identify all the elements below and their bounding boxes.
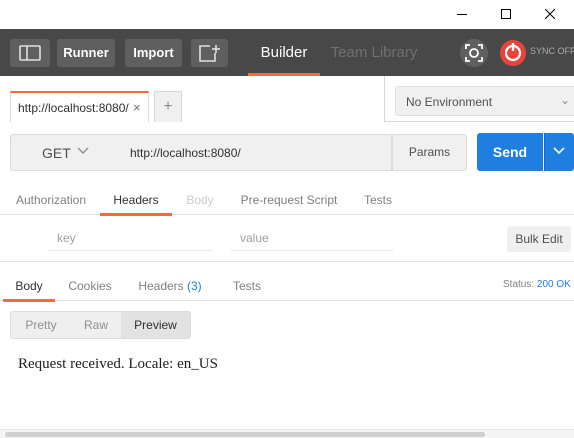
tab-cookies[interactable]: Cookies [66,271,114,301]
tab-authorization[interactable]: Authorization [14,183,88,215]
response-headers-count: (3) [187,279,202,293]
tab-tests[interactable]: Tests [362,183,394,215]
tab-response-headers[interactable]: Headers (3) [134,271,206,301]
url-bar: GET http://localhost:8080/ Params Send [0,123,574,183]
new-window-button[interactable] [191,39,228,67]
header-value-placeholder: value [240,231,269,245]
tab-pre-request-script[interactable]: Pre-request Script [240,183,338,215]
view-mode-toggle: Pretty Raw Preview [10,311,191,339]
tab-team-library[interactable]: Team Library [330,29,418,76]
sidebar-toggle-icon [19,45,41,61]
tab-response-body[interactable]: Body [3,271,55,302]
method-select[interactable]: GET [10,134,119,171]
url-input[interactable]: http://localhost:8080/ [118,134,392,171]
add-tab-button[interactable]: + [154,91,182,122]
horizontal-scrollbar[interactable] [0,429,574,438]
headers-editor-row: key value Bulk Edit [0,216,574,262]
new-window-icon [199,45,220,62]
chevron-down-icon [77,147,89,154]
close-tab-icon[interactable]: × [133,100,141,115]
environment-label: No Environment [406,95,493,109]
request-tab[interactable]: http://localhost:8080/ × [10,91,149,122]
status-label: Status: [503,279,535,290]
status-indicator: Status: 200 OK [503,279,571,290]
minimize-button[interactable] [440,0,484,29]
minimize-icon [457,14,467,15]
response-headers-label: Headers [138,279,184,293]
sidebar-toggle-button[interactable] [10,39,50,67]
tab-response-tests[interactable]: Tests [229,271,265,301]
bulk-edit-button[interactable]: Bulk Edit [507,226,571,252]
send-options-button[interactable] [544,133,574,171]
import-button[interactable]: Import [125,39,182,67]
request-tab-label: http://localhost:8080/ [18,101,129,115]
close-window-button[interactable] [528,0,572,29]
runner-button[interactable]: Runner [57,39,115,67]
sync-button[interactable] [499,39,527,67]
header-key-input[interactable]: key [48,225,213,251]
sync-status-label: SYNC OFF [530,46,574,56]
params-button[interactable]: Params [392,134,467,171]
view-pretty-button[interactable]: Pretty [11,312,71,338]
window-titlebar [0,0,574,29]
request-tab-strip: http://localhost:8080/ × + No Environmen… [0,76,574,123]
interceptor-icon [465,44,483,62]
header-value-input[interactable]: value [231,225,393,251]
sync-icon [500,40,526,66]
header-key-placeholder: key [57,231,76,245]
send-button[interactable]: Send [477,133,543,171]
environment-select[interactable]: No Environment ⌄ [395,86,574,116]
maximize-icon [501,9,511,19]
url-text: http://localhost:8080/ [130,146,241,160]
scrollbar-thumb[interactable] [5,432,485,437]
interceptor-button[interactable] [460,39,488,67]
status-value: 200 OK [536,279,571,290]
view-preview-button[interactable]: Preview [121,312,190,338]
tab-builder[interactable]: Builder [248,29,320,76]
environment-panel: No Environment ⌄ [384,76,574,122]
maximize-button[interactable] [484,0,528,29]
view-raw-button[interactable]: Raw [71,312,121,338]
app-toolbar: Runner Import Builder Team Library SYNC … [0,29,574,76]
chevron-down-icon: ⌄ [560,93,571,107]
response-section-tabs: Body Cookies Headers (3) Tests Status: 2… [0,271,574,302]
response-body-text: Request received. Locale: en_US [18,356,218,372]
tab-headers[interactable]: Headers [100,183,172,216]
request-section-tabs: Authorization Headers Body Pre-request S… [0,183,574,216]
chevron-down-icon [553,147,565,155]
close-icon [545,9,555,19]
method-label: GET [42,145,71,161]
tab-body: Body [186,193,214,207]
